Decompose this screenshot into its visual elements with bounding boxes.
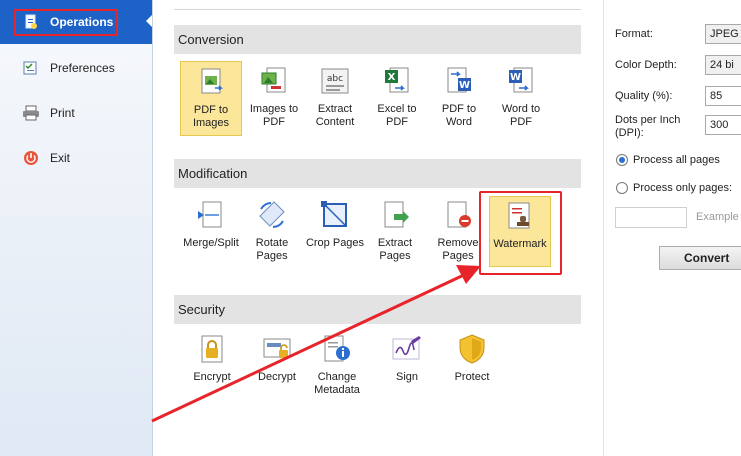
svg-text:abc: abc [327,74,343,84]
tool-encrypt[interactable]: Encrypt [181,333,243,384]
tool-change-metadata[interactable]: Change Metadata [306,333,368,397]
format-select[interactable]: JPEG [705,24,741,44]
text-abc-icon: abc [321,68,349,94]
sidebar-item-preferences[interactable]: Preferences [0,48,152,88]
info-document-icon [324,335,350,362]
word-icon: W [509,67,533,93]
tool-word-to-pdf[interactable]: W Word to PDF [490,65,552,129]
pdf-to-images-icon [201,68,223,94]
operations-highlight-box [14,9,118,36]
images-to-pdf-icon [261,67,286,93]
tool-pdf-to-images[interactable]: PDF to Images [180,61,242,136]
extract-pages-icon [384,201,409,228]
format-label: Format: [615,28,653,40]
word-icon: W [447,67,471,93]
lock-icon [201,335,223,363]
tool-sign[interactable]: Sign [376,333,438,384]
svg-text:X: X [388,72,396,83]
remove-pages-icon [447,201,471,228]
dpi-input[interactable]: 300 [705,115,741,135]
operations-panel: Conversion PDF to Images Images to PDF a… [153,0,603,456]
tool-extract-content[interactable]: abc Extract Content [304,65,366,129]
svg-text:W: W [510,72,521,83]
crop-icon [321,201,347,227]
shield-icon [459,334,485,364]
process-only-label: Process only pages: [633,182,733,194]
sidebar-item-label: Preferences [50,61,115,75]
checklist-icon [22,59,40,77]
active-pointer [146,15,152,27]
tool-merge-split[interactable]: Merge/Split [180,199,242,250]
merge-split-icon [198,201,222,228]
quality-input[interactable]: 85 [705,86,741,106]
excel-icon: X [385,67,409,93]
sidebar: Operations Preferences Print Exit [0,0,153,456]
quality-label: Quality (%): [615,90,673,102]
options-panel: Format: JPEG Color Depth: 24 bi Quality … [603,0,741,456]
app-window: Operations Preferences Print Exit Conver… [0,0,741,456]
color-depth-select[interactable]: 24 bi [705,55,741,75]
tool-protect[interactable]: Protect [441,333,503,384]
tool-extract-pages[interactable]: Extract Pages [364,199,426,263]
unlock-icon [263,338,291,358]
process-only-radio[interactable] [616,182,628,194]
sidebar-item-label: Print [50,106,75,120]
rotate-icon [259,201,285,228]
tool-images-to-pdf[interactable]: Images to PDF [243,65,305,129]
tool-rotate-pages[interactable]: Rotate Pages [241,199,303,263]
dpi-label: Dots per Inch (DPI): [615,114,681,139]
printer-icon [22,104,40,122]
watermark-highlight-box [479,191,562,275]
pages-example-hint: Example [696,211,739,223]
tool-pdf-to-word[interactable]: W PDF to Word [428,65,490,129]
convert-button[interactable]: Convert [659,246,741,270]
signature-pen-icon [392,336,421,360]
tool-excel-to-pdf[interactable]: X Excel to PDF [366,65,428,129]
svg-text:W: W [459,80,470,91]
divider [174,9,581,10]
tool-decrypt[interactable]: Decrypt [246,333,308,384]
power-icon [22,149,40,167]
tool-crop-pages[interactable]: Crop Pages [304,199,366,250]
section-title-security: Security [174,295,581,324]
sidebar-item-exit[interactable]: Exit [0,138,152,178]
pages-range-input[interactable] [615,207,687,228]
sidebar-item-label: Exit [50,151,71,165]
process-all-radio[interactable] [616,154,628,166]
sidebar-item-print[interactable]: Print [0,93,152,133]
section-title-modification: Modification [174,159,581,188]
process-all-label: Process all pages [633,154,720,166]
section-title-conversion: Conversion [174,25,581,54]
color-depth-label: Color Depth: [615,59,677,71]
